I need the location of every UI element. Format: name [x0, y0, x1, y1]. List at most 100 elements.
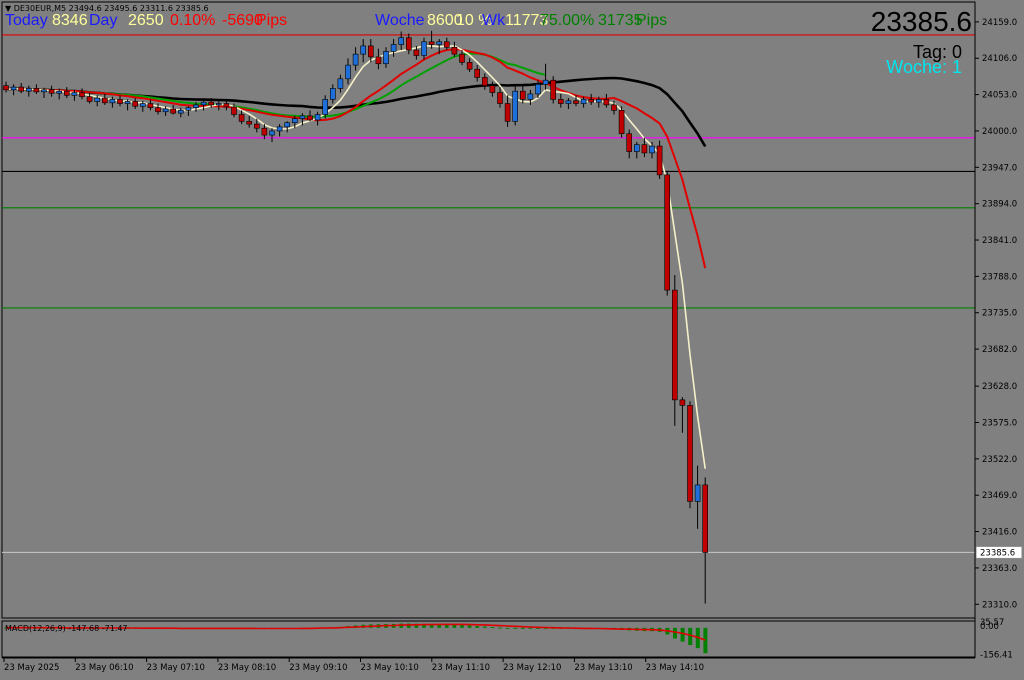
- bearish-candle: [132, 101, 138, 107]
- macd-plot-frame: [1, 620, 976, 658]
- day-value: 2650: [128, 12, 164, 29]
- bullish-candle: [322, 99, 329, 115]
- bearish-candle: [481, 77, 488, 86]
- bearish-candle: [48, 89, 55, 94]
- bullish-candle: [329, 88, 336, 100]
- today-value: 8346: [52, 12, 88, 29]
- bearish-candle: [223, 103, 230, 108]
- macd-histogram-bar: [498, 627, 502, 629]
- bearish-candle: [117, 99, 123, 104]
- macd-histogram-bar: [521, 627, 525, 629]
- bearish-candle: [102, 97, 108, 104]
- candles-group: [3, 30, 709, 604]
- time-tick-label: 23 May 14:10: [646, 663, 704, 673]
- current-price-display: 23385.6: [870, 6, 972, 37]
- bullish-candle: [360, 45, 367, 55]
- bearish-candle: [170, 108, 176, 114]
- day-label: Day: [89, 12, 118, 29]
- woche-counter: Woche: 1: [886, 57, 962, 77]
- macd-histogram-bar: [467, 625, 472, 628]
- time-tick-label: 23 May 10:10: [361, 663, 419, 673]
- macd-label: MACD(12,26,9) -147.68 -71.47: [5, 624, 128, 633]
- time-axis-labels: 23 May 2025 23 May 06:10 23 May 07:10 23 Ma…: [3, 658, 704, 673]
- wk-percent: 75.00%: [540, 12, 595, 29]
- price-tick-label: 23575.0: [982, 418, 1017, 428]
- bearish-candle: [86, 96, 93, 102]
- bearish-candle: [573, 100, 579, 104]
- bearish-candle: [307, 115, 313, 121]
- macd-axis-ticks: 0.0035.57-156.41: [980, 618, 1013, 661]
- bullish-candle: [178, 110, 184, 114]
- bullish-candle: [109, 99, 116, 104]
- macd-tick-label: -156.41: [980, 651, 1013, 661]
- macd-tick-label: 35.57: [980, 618, 1004, 628]
- bearish-candle: [451, 46, 458, 55]
- trading-chart[interactable]: 24159.0 24106.0 24053.0 24000.0 23947.0 23894…: [0, 0, 1024, 676]
- main-plot-frame: [1, 1, 976, 619]
- bullish-candle: [193, 104, 199, 108]
- bearish-candle: [702, 484, 709, 553]
- bullish-candle: [269, 130, 275, 136]
- today-label: Today: [5, 12, 48, 29]
- slow-moving-average-line: [5, 76, 707, 148]
- bullish-candle: [535, 84, 541, 95]
- bullish-candle: [200, 101, 207, 106]
- chart-canvas[interactable]: 24159.0 24106.0 24053.0 24000.0 23947.0 23894…: [0, 0, 1024, 676]
- bearish-candle: [443, 41, 450, 48]
- bearish-candle: [238, 114, 245, 122]
- bullish-candle: [216, 103, 222, 106]
- bearish-candle: [459, 53, 465, 63]
- macd-histogram-bar: [513, 627, 517, 629]
- bullish-candle: [299, 115, 306, 119]
- bearish-candle: [466, 62, 473, 70]
- macd-histogram-bar: [528, 627, 533, 629]
- macd-histogram-bar: [505, 627, 510, 629]
- price-tick-label: 23522.0: [982, 455, 1017, 465]
- price-tick-label: 23788.0: [982, 272, 1017, 282]
- bearish-candle: [656, 145, 663, 176]
- bearish-candle: [79, 92, 85, 97]
- bullish-candle: [140, 103, 146, 107]
- bearish-candle: [231, 106, 237, 115]
- bearish-candle: [375, 56, 382, 65]
- bearish-candle: [611, 104, 617, 111]
- macd-histogram-bar: [490, 627, 495, 628]
- bullish-candle: [71, 92, 78, 96]
- bearish-candle: [550, 79, 557, 100]
- wk-label: Wk: [482, 12, 506, 29]
- bearish-candle: [519, 90, 526, 100]
- bearish-candle: [626, 133, 633, 152]
- time-tick-label: 23 May 07:10: [147, 663, 205, 673]
- bearish-candle: [687, 405, 693, 502]
- bearish-candle: [367, 45, 374, 58]
- bullish-candle: [633, 144, 640, 152]
- bearish-candle: [64, 90, 70, 96]
- price-tick-label: 24106.0: [982, 54, 1017, 64]
- time-tick-label: 23 May 08:10: [218, 663, 276, 673]
- wk-unit: Pips: [636, 12, 668, 29]
- price-tick-label: 23416.0: [982, 528, 1017, 538]
- bullish-candle: [284, 122, 291, 128]
- red-moving-average-line: [5, 48, 707, 269]
- price-tick-label: 24000.0: [982, 127, 1017, 137]
- bullish-candle: [337, 78, 344, 89]
- bullish-candle: [162, 108, 169, 113]
- macd-histogram-bar: [703, 627, 708, 654]
- bullish-candle: [291, 118, 298, 124]
- bearish-candle: [474, 68, 481, 78]
- bullish-candle: [41, 89, 47, 93]
- bearish-candle: [18, 86, 25, 92]
- time-tick-label: 23 May 12:10: [503, 663, 561, 673]
- bullish-candle: [185, 107, 192, 111]
- macd-histogram-bar: [673, 627, 677, 639]
- mid-moving-average-line: [5, 52, 546, 118]
- time-tick-label: 23 May 2025: [4, 663, 59, 673]
- bullish-candle: [345, 64, 351, 80]
- bearish-candle: [489, 85, 496, 93]
- bearish-candle: [588, 99, 595, 103]
- bearish-candle: [671, 289, 678, 401]
- bullish-candle: [314, 114, 321, 121]
- bearish-candle: [413, 49, 420, 56]
- current-price-tag-label: 23385.6: [980, 548, 1015, 558]
- bearish-candle: [618, 110, 625, 135]
